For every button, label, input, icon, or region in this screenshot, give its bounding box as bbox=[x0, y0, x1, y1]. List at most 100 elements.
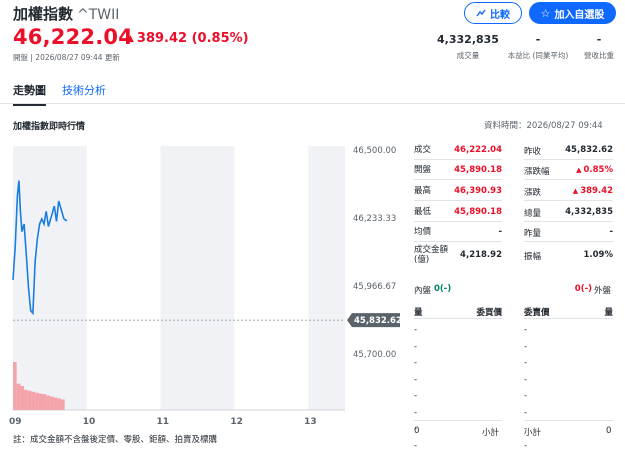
volume-bar bbox=[57, 398, 61, 410]
volume-bar bbox=[49, 396, 54, 410]
current-price: 46,222.04 bbox=[13, 25, 134, 49]
outer-label: 外盤 bbox=[594, 286, 612, 296]
quote-value-text: 389.42 bbox=[580, 186, 613, 196]
book-footer-label: 小計 bbox=[524, 428, 542, 438]
book-bid-vol: - bbox=[414, 325, 418, 335]
stat-label: 成交量 bbox=[456, 51, 480, 60]
row-divider bbox=[414, 179, 502, 180]
row-divider bbox=[414, 159, 502, 160]
index-name: 加權指數 bbox=[13, 5, 74, 23]
stat-revenue: - 營收比重 bbox=[576, 33, 622, 61]
stat-value: - bbox=[535, 33, 541, 46]
book-ask-price: - bbox=[524, 341, 528, 352]
quote-value-text: - bbox=[609, 227, 613, 237]
x-tick-label: 13 bbox=[304, 417, 317, 427]
compare-button[interactable]: 比較 bbox=[464, 2, 522, 24]
add-watchlist-button[interactable]: ☆ 加入自選股 bbox=[529, 2, 616, 24]
book-bid-vol: - bbox=[414, 440, 418, 450]
book-footer-label: 小計 bbox=[482, 428, 500, 438]
stat-value: - bbox=[596, 33, 602, 46]
stat-volume: 4,332,835 成交量 bbox=[436, 33, 500, 61]
book-ask-price: - bbox=[524, 407, 528, 418]
book-bid-vol: - bbox=[414, 358, 418, 368]
volume-bar bbox=[20, 386, 25, 410]
quote-value-text: 4,332,835 bbox=[565, 207, 613, 217]
update-meta: 開盤 | 2026/08/27 09:44 更新 bbox=[13, 53, 120, 62]
up-arrow-icon: ▲ bbox=[576, 166, 582, 174]
inner-label: 內盤 bbox=[414, 286, 432, 296]
quote-value: 4,332,835 bbox=[556, 207, 613, 217]
row-divider bbox=[524, 159, 613, 160]
book-header: 量 bbox=[414, 308, 423, 318]
tab-technical-analysis[interactable]: 技術分析 bbox=[62, 82, 106, 104]
up-arrow-icon: ▲ bbox=[572, 187, 579, 195]
quote-value: ▲ 389.42 bbox=[556, 186, 613, 196]
quote-label: 總量 bbox=[524, 209, 542, 219]
quote-value: 4,218.92 bbox=[460, 250, 502, 260]
previous-close-label: 45,832.62 bbox=[354, 316, 402, 326]
x-tick-label: 11 bbox=[157, 417, 170, 427]
price-change-value: 389.42 (0.85%) bbox=[136, 31, 249, 46]
book-footer-vol: 0 bbox=[414, 426, 420, 436]
quote-value-text: 1.09% bbox=[583, 250, 614, 260]
quote-label: 漲跌幅 bbox=[524, 167, 550, 177]
volume-bar bbox=[60, 399, 65, 410]
quote-value: ▲ 0.85% bbox=[556, 165, 613, 175]
quote-label: 漲跌 bbox=[524, 188, 542, 198]
quote-value: 45,832.62 bbox=[556, 145, 613, 155]
hour-band bbox=[13, 146, 87, 410]
add-watchlist-label: 加入自選股 bbox=[554, 9, 605, 21]
book-header: 量 bbox=[604, 308, 613, 318]
page-title: 加權指數 ^TWII bbox=[13, 3, 119, 24]
volume-bar bbox=[42, 394, 47, 410]
quote-value: 45,890.18 bbox=[454, 207, 502, 217]
book-bid-vol: - bbox=[414, 374, 418, 385]
stat-label: 本益比 (同業平均) bbox=[507, 51, 569, 60]
book-ask-price: - bbox=[524, 325, 528, 335]
volume-bar bbox=[24, 389, 28, 410]
stat-pe: - 本益比 (同業平均) bbox=[503, 33, 573, 61]
book-ask-price: - bbox=[524, 358, 528, 368]
quote-value: - bbox=[556, 227, 613, 237]
footnote: 註：成交金額不含盤後定價、零股、鉅額、拍賣及標購 bbox=[13, 435, 218, 445]
quote-label: 振幅 bbox=[524, 252, 542, 262]
inner-value: 0(-) bbox=[434, 284, 452, 294]
volume-bar bbox=[27, 390, 32, 410]
volume-bar bbox=[35, 392, 39, 410]
quote-value: 46,222.04 bbox=[454, 145, 502, 155]
intraday-chart: 46,500.00 46,233.33 45,966.67 45,700.00 09 1… bbox=[9, 146, 402, 427]
volume-bar bbox=[53, 397, 58, 410]
book-header: 委賣價 bbox=[524, 308, 550, 318]
book-ask-price: - bbox=[524, 391, 528, 401]
book-ask-price: - bbox=[524, 440, 528, 450]
book-ask-price: - bbox=[524, 374, 528, 385]
data-time: 資料時間：2026/08/27 09:44 bbox=[484, 121, 603, 131]
row-divider bbox=[524, 221, 613, 222]
quote-value: 46,390.93 bbox=[454, 186, 502, 196]
book-footer-vol: 0 bbox=[606, 426, 612, 436]
row-divider bbox=[414, 200, 502, 201]
stat-value: 4,332,835 bbox=[437, 33, 499, 46]
row-divider bbox=[414, 318, 502, 319]
stat-label: 營收比重 bbox=[584, 51, 614, 60]
outer-value: 0(-) bbox=[574, 284, 592, 294]
row-divider bbox=[414, 420, 502, 421]
section-title: 加權指數即時行情 bbox=[13, 122, 86, 132]
volume-bar bbox=[16, 383, 21, 410]
tab-divider bbox=[0, 103, 625, 104]
quote-value-text: 0.85% bbox=[583, 165, 614, 175]
y-tick-label: 45,966.67 bbox=[353, 282, 396, 292]
hour-band bbox=[308, 146, 345, 410]
quote-value: 1.09% bbox=[556, 250, 614, 260]
quote-value: 45,890.18 bbox=[454, 165, 502, 175]
row-divider bbox=[524, 420, 613, 421]
previous-close-tag: 45,832.62 bbox=[347, 313, 402, 328]
x-tick-label: 09 bbox=[9, 417, 22, 427]
y-tick-label: 45,700.00 bbox=[353, 350, 396, 360]
index-symbol: ^TWII bbox=[77, 7, 120, 23]
book-bid-vol: - bbox=[414, 391, 418, 401]
compare-label: 比較 bbox=[490, 9, 510, 21]
hour-band bbox=[160, 146, 235, 410]
y-tick-label: 46,233.33 bbox=[353, 214, 396, 224]
row-divider bbox=[524, 179, 613, 180]
